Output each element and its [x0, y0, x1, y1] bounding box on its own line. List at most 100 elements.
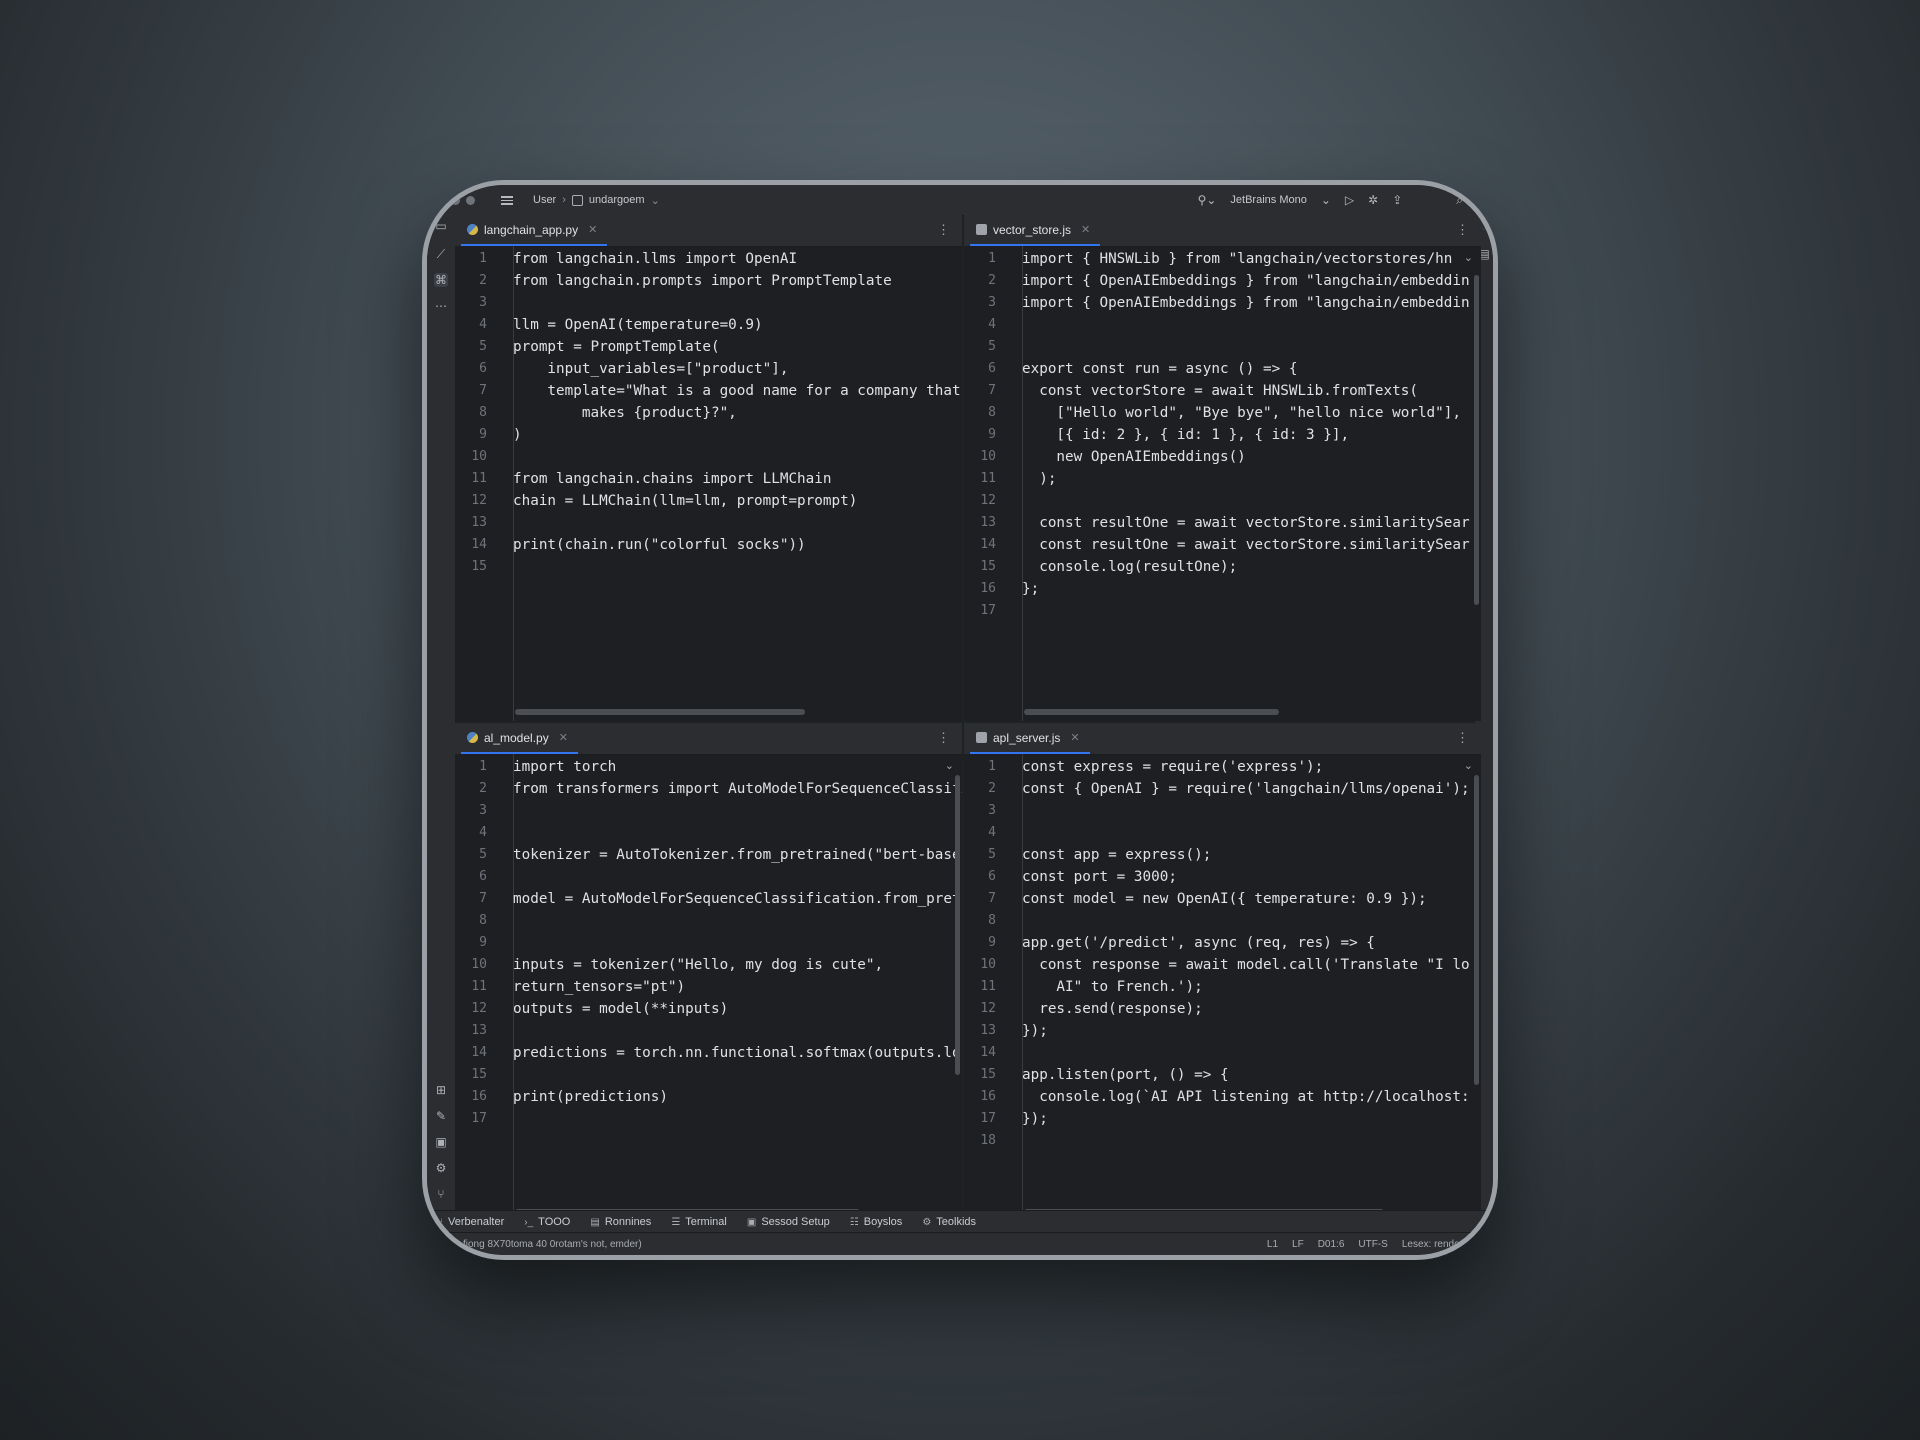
- code-line[interactable]: AI" to French.');: [1022, 976, 1202, 998]
- code-line[interactable]: from langchain.chains import LLMChain: [513, 468, 831, 490]
- code-line[interactable]: makes {product}?",: [513, 402, 737, 424]
- code-line[interactable]: import { OpenAIEmbeddings } from "langch…: [1022, 292, 1470, 314]
- tool-tab-ronnines[interactable]: ▤ Ronnines: [590, 1216, 651, 1228]
- code-line[interactable]: tokenizer = AutoTokenizer.from_pretraine…: [513, 844, 961, 866]
- chevron-down-icon[interactable]: ⌄: [1464, 251, 1473, 264]
- code-line[interactable]: const vectorStore = await HNSWLib.fromTe…: [1022, 380, 1418, 402]
- close-icon[interactable]: ✕: [1070, 731, 1079, 744]
- code-line[interactable]: const express = require('express');: [1022, 756, 1323, 778]
- code-line[interactable]: prompt = PromptTemplate(: [513, 336, 720, 358]
- code-line[interactable]: });: [1022, 1020, 1048, 1042]
- more-vertical-icon[interactable]: ⋮: [1456, 223, 1469, 236]
- more-vertical-icon[interactable]: ⋮: [1456, 731, 1469, 744]
- share-icon[interactable]: ⇪: [1392, 193, 1402, 207]
- code-line[interactable]: const { OpenAI } = require('langchain/ll…: [1022, 778, 1470, 800]
- search-icon[interactable]: ⌕: [1456, 193, 1463, 208]
- code-line[interactable]: from transformers import AutoModelForSeq…: [513, 778, 962, 800]
- code-line[interactable]: model = AutoModelForSequenceClassificati…: [513, 888, 962, 910]
- code-line[interactable]: const resultOne = await vectorStore.simi…: [1022, 512, 1469, 534]
- status-item[interactable]: L1: [1267, 1239, 1278, 1250]
- breadcrumb-user[interactable]: User: [533, 194, 556, 206]
- status-item[interactable]: LF: [1292, 1239, 1304, 1250]
- tool-tab-boyslos[interactable]: ☷ Boyslos: [850, 1216, 903, 1228]
- code-line[interactable]: print(chain.run("colorful socks")): [513, 534, 806, 556]
- tab-langchain-app[interactable]: langchain_app.py ✕: [461, 215, 608, 246]
- code-line[interactable]: [{ id: 2 }, { id: 1 }, { id: 3 }],: [1022, 424, 1349, 446]
- chevron-down-icon[interactable]: ⌄: [945, 759, 954, 772]
- code-line[interactable]: const model = new OpenAI({ temperature: …: [1022, 888, 1427, 910]
- code-line[interactable]: input_variables=["product"],: [513, 358, 788, 380]
- code-editor[interactable]: import torch from transformers import Aut…: [513, 754, 962, 1221]
- code-line[interactable]: from langchain.llms import OpenAI: [513, 248, 797, 270]
- code-editor[interactable]: from langchain.llms import OpenAI from la…: [513, 246, 962, 721]
- vertical-scrollbar[interactable]: [1474, 775, 1479, 1085]
- code-line[interactable]: import { OpenAIEmbeddings } from "langch…: [1022, 270, 1470, 292]
- tab-vector-store[interactable]: vector_store.js ✕: [970, 215, 1101, 246]
- code-line[interactable]: inputs = tokenizer("Hello, my dog is cut…: [513, 954, 883, 976]
- code-line[interactable]: res.send(response);: [1022, 998, 1203, 1020]
- code-line[interactable]: export const run = async () => {: [1022, 358, 1297, 380]
- code-line[interactable]: );: [1022, 468, 1056, 490]
- code-line[interactable]: predictions = torch.nn.functional.softma…: [513, 1042, 961, 1064]
- more-vertical-icon[interactable]: ⋮: [937, 731, 950, 744]
- code-line[interactable]: app.get('/predict', async (req, res) => …: [1022, 932, 1375, 954]
- code-line[interactable]: const app = express();: [1022, 844, 1211, 866]
- code-line[interactable]: console.log(`AI API listening at http://…: [1022, 1086, 1469, 1108]
- code-line[interactable]: template="What is a good name for a comp…: [513, 380, 960, 402]
- debug-icon[interactable]: ✲: [1368, 193, 1378, 207]
- vcs-branch-icon[interactable]: ⚲⌄: [1198, 193, 1217, 207]
- more-vertical-icon[interactable]: ⋮: [937, 223, 950, 236]
- chevron-down-icon[interactable]: ⌄: [651, 194, 660, 207]
- font-selector[interactable]: JetBrains Mono: [1230, 194, 1306, 206]
- horizontal-scrollbar[interactable]: [515, 709, 805, 715]
- commit-icon[interactable]: ⟋: [434, 247, 448, 261]
- close-icon[interactable]: ✕: [1081, 223, 1090, 236]
- vertical-scrollbar[interactable]: [955, 775, 960, 1075]
- code-line[interactable]: import { HNSWLib } from "langchain/vecto…: [1022, 248, 1452, 270]
- tool-tab-terminal[interactable]: ☰ Terminal: [671, 1216, 727, 1228]
- plugins-icon[interactable]: ⊞: [434, 1083, 448, 1097]
- git-icon[interactable]: ⑂: [434, 1187, 448, 1201]
- code-line[interactable]: print(predictions): [513, 1086, 668, 1108]
- tool-tab-tooo[interactable]: ›_ TOOO: [524, 1216, 570, 1228]
- chevron-down-icon[interactable]: ⌄: [1321, 193, 1331, 207]
- code-line[interactable]: const response = await model.call('Trans…: [1022, 954, 1469, 976]
- code-line[interactable]: const resultOne = await vectorStore.simi…: [1022, 534, 1469, 556]
- tool-tab-verbenalter[interactable]: ⑂ Verbenalter: [437, 1216, 504, 1228]
- code-line[interactable]: app.listen(port, () => {: [1022, 1064, 1229, 1086]
- code-line[interactable]: return_tensors="pt"): [513, 976, 685, 998]
- code-line[interactable]: };: [1022, 578, 1039, 600]
- code-line[interactable]: });: [1022, 1108, 1048, 1130]
- structure-icon[interactable]: ⌘: [434, 273, 448, 287]
- main-menu-icon[interactable]: [501, 195, 513, 205]
- code-line[interactable]: ): [513, 424, 522, 446]
- status-item[interactable]: Lesex: render: [1402, 1239, 1463, 1250]
- code-line[interactable]: ["Hello world", "Bye bye", "hello nice w…: [1022, 402, 1461, 424]
- more-icon[interactable]: ⋯: [434, 299, 448, 313]
- code-line[interactable]: from langchain.prompts import PromptTemp…: [513, 270, 892, 292]
- code-editor[interactable]: import { HNSWLib } from "langchain/vecto…: [1022, 246, 1481, 721]
- project-selector[interactable]: undargoem: [589, 194, 645, 206]
- tab-apl-server[interactable]: apl_server.js ✕: [970, 723, 1090, 754]
- code-line[interactable]: import torch: [513, 756, 616, 778]
- close-icon[interactable]: ✕: [559, 731, 568, 744]
- vertical-scrollbar[interactable]: [1474, 275, 1479, 605]
- chevron-down-icon[interactable]: ⌄: [1464, 759, 1473, 772]
- code-editor[interactable]: const express = require('express'); const…: [1022, 754, 1481, 1221]
- folder-icon[interactable]: ▭: [434, 219, 448, 233]
- status-item[interactable]: D01:6: [1318, 1239, 1345, 1250]
- status-item[interactable]: UTF-S: [1358, 1239, 1387, 1250]
- tab-al-model[interactable]: al_model.py ✕: [461, 723, 578, 754]
- pencil-icon[interactable]: ✎: [434, 1109, 448, 1123]
- code-line[interactable]: chain = LLMChain(llm=llm, prompt=prompt): [513, 490, 857, 512]
- horizontal-scrollbar[interactable]: [1024, 709, 1279, 715]
- close-icon[interactable]: ✕: [588, 223, 597, 236]
- tool-tab-teolkids[interactable]: ⚙ Teolkids: [922, 1216, 976, 1228]
- tool-tab-sessod-setup[interactable]: ▣ Sessod Setup: [747, 1216, 830, 1228]
- code-line[interactable]: const port = 3000;: [1022, 866, 1177, 888]
- settings-icon[interactable]: ⚙: [434, 1161, 448, 1175]
- minimize-window-button[interactable]: [466, 195, 475, 205]
- code-line[interactable]: outputs = model(**inputs): [513, 998, 728, 1020]
- run-icon[interactable]: ▷: [1345, 193, 1354, 207]
- close-window-button[interactable]: [451, 195, 460, 205]
